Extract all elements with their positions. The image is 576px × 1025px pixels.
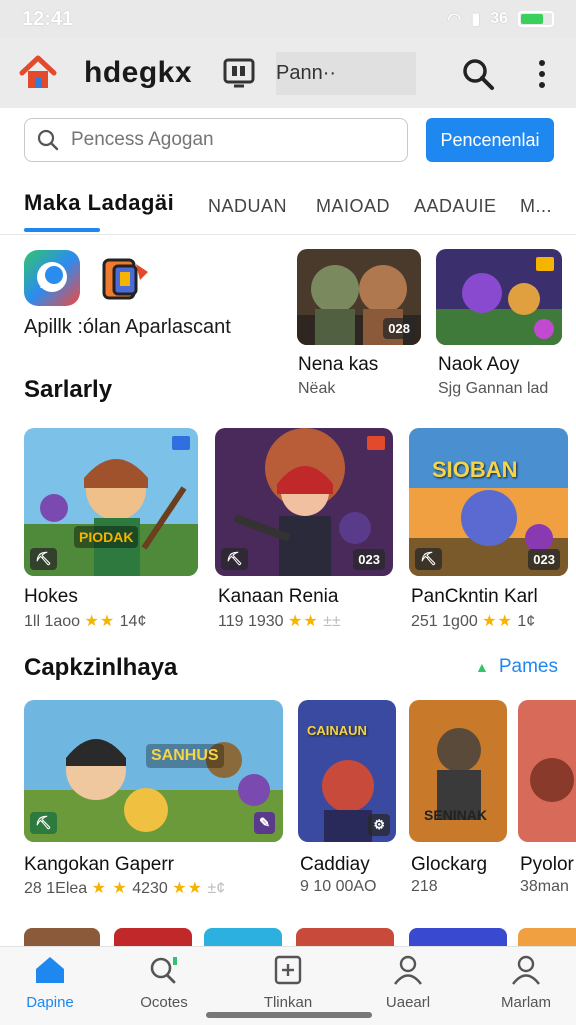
more-link-label: Pames xyxy=(498,656,558,677)
tab-more[interactable]: M... xyxy=(520,196,552,217)
user-icon xyxy=(394,955,422,985)
badge-icon-panckntin: ⛏ xyxy=(415,548,442,570)
tab-naduan[interactable]: NADUAN xyxy=(208,196,287,217)
search-icon[interactable] xyxy=(460,56,496,92)
card-meta-kanaan: 119 1930 ★★ ±± xyxy=(218,613,341,630)
corner-badge-hokes xyxy=(172,436,190,450)
featured-title-1: Nena kas xyxy=(298,354,379,375)
status-icons: ◠ ▮ 36 xyxy=(447,9,554,29)
featured-title-2: Naok Aoy xyxy=(438,354,520,375)
section-more-link[interactable]: ▲ Pames xyxy=(475,656,558,678)
card-meta-panckntin: 251 1g00 ★★ 1¢ xyxy=(411,613,536,630)
app-subtitle[interactable]: Pann·· xyxy=(276,51,417,95)
search-button[interactable]: Pencenenlai xyxy=(426,118,554,162)
nav-item-search[interactable]: Ocotes xyxy=(114,955,214,1011)
card-meta-pyolor: 38man xyxy=(520,878,569,895)
home-indicator xyxy=(206,1012,372,1018)
home-nav-icon xyxy=(36,957,64,983)
status-time: 12:41 xyxy=(22,7,74,30)
badge-icon-caddiay: ⚙ xyxy=(368,814,390,836)
apps-label: Apillk :ólan Aparlascant xyxy=(24,316,231,338)
card-title-panckntin: PanCkntin Karl xyxy=(411,586,538,607)
game-thumb-caddiay[interactable]: CAINAUN ⚙ xyxy=(298,700,396,842)
nav-item-profile[interactable]: Marlam xyxy=(476,955,576,1011)
search-row: Pencenenlai xyxy=(24,118,556,166)
game-thumb-glockarg[interactable]: SENINAK xyxy=(409,700,507,842)
app-icon-cards[interactable] xyxy=(100,254,152,304)
tab-maioad[interactable]: MAIOAD xyxy=(316,196,390,217)
status-bar: 12:41 ◠ ▮ 36 xyxy=(0,0,576,38)
featured-thumb-2[interactable] xyxy=(436,249,562,345)
battery-icon xyxy=(518,11,554,27)
card-title-glockarg: Glockarg xyxy=(411,854,488,875)
app-bar: hdegkx Pann·· xyxy=(0,38,576,108)
featured-badge-1: 028 xyxy=(383,318,415,339)
nav-item-home[interactable]: Dapine xyxy=(0,955,100,1011)
card-meta-caddiay: 9 10 00AO xyxy=(300,878,377,895)
search-field-icon xyxy=(37,129,59,151)
card-meta-glockarg: 218 xyxy=(411,878,438,895)
banner-glockarg: SENINAK xyxy=(424,807,488,823)
game-thumb-panckntin[interactable]: SIOBAN ⛏ 023 xyxy=(409,428,568,576)
banner-caddiay: CAINAUN xyxy=(307,723,367,738)
banner-panckntin: SIOBAN xyxy=(432,457,518,482)
app-title: hdegkx xyxy=(84,56,193,89)
section-title-2: Capkzinlhaya xyxy=(24,654,178,681)
nav-label-user: Uaearl xyxy=(385,994,431,1011)
category-tabs: Maka Ladagäi NADUAN MAIOAD AADAUIE M... xyxy=(0,186,576,235)
card-title-hokes: Hokes xyxy=(24,586,78,607)
game-thumb-kangokan[interactable]: SANHUS ⛏ ✎ xyxy=(24,700,283,842)
game-thumb-kanaan[interactable]: ⛏ 023 xyxy=(215,428,393,576)
featured-meta-2: Sjg Gannan lad xyxy=(438,380,549,397)
game-thumb-pyolor[interactable] xyxy=(518,700,576,842)
card-title-kanaan: Kanaan Renia xyxy=(218,586,339,607)
nav-item-add[interactable]: Tlinkan xyxy=(238,955,338,1011)
card-meta-kangokan: 28 1Elea ★ ★ 4230 ★★ ±¢ xyxy=(24,880,226,897)
tab-underline xyxy=(24,228,100,232)
profile-icon xyxy=(512,955,540,985)
badge-icon-kangokan: ⛏ xyxy=(30,812,57,834)
section-title-1: Sarlarly xyxy=(24,376,113,403)
badge-panckntin: 023 xyxy=(528,549,560,570)
badge-kanaan: 023 xyxy=(353,549,385,570)
nav-label-search: Ocotes xyxy=(140,994,188,1011)
featured-corner-badge xyxy=(536,257,554,271)
tab-aadauie[interactable]: AADAUIE xyxy=(414,196,497,217)
home-icon[interactable] xyxy=(18,53,58,93)
badge-icon-kanaan: ⛏ xyxy=(221,548,248,570)
media-icon[interactable] xyxy=(222,56,256,90)
tab-maka-ladagai[interactable]: Maka Ladagäi xyxy=(24,190,174,216)
badge-icon2-kangokan: ✎ xyxy=(254,812,275,834)
wifi-icon: ◠ xyxy=(447,11,462,28)
banner-kangokan: SANHUS xyxy=(146,744,224,768)
signal-icon: ▮ xyxy=(471,11,481,28)
search-input[interactable] xyxy=(69,128,373,152)
search-nav-icon xyxy=(150,957,177,984)
more-vert-icon[interactable] xyxy=(532,58,552,90)
search-box[interactable] xyxy=(24,118,408,162)
card-title-pyolor: Pyolor xyxy=(520,854,574,875)
corner-badge-kanaan xyxy=(367,436,385,450)
app-icon-chat[interactable] xyxy=(24,250,80,306)
battery-text: 36 xyxy=(490,10,508,27)
nav-item-user[interactable]: Uaearl xyxy=(358,955,458,1011)
featured-thumb-1[interactable]: 028 xyxy=(297,249,421,345)
nav-label-home: Dapine xyxy=(26,994,74,1011)
card-title-kangokan: Kangokan Gaperr xyxy=(24,854,174,875)
game-thumb-hokes[interactable]: ⛏ PIODAK xyxy=(24,428,198,576)
card-title-caddiay: Caddiay xyxy=(300,854,370,875)
add-box-icon xyxy=(274,955,302,985)
badge-icon-hokes: ⛏ xyxy=(30,548,57,570)
nav-label-profile: Marlam xyxy=(500,994,551,1011)
featured-meta-1: Nëak xyxy=(298,380,336,397)
banner-hokes: PIODAK xyxy=(74,526,139,548)
card-meta-hokes: 1ll 1aoo ★★ 14¢ xyxy=(24,613,147,630)
leaf-icon: ▲ xyxy=(475,659,489,675)
nav-label-add: Tlinkan xyxy=(263,994,313,1011)
